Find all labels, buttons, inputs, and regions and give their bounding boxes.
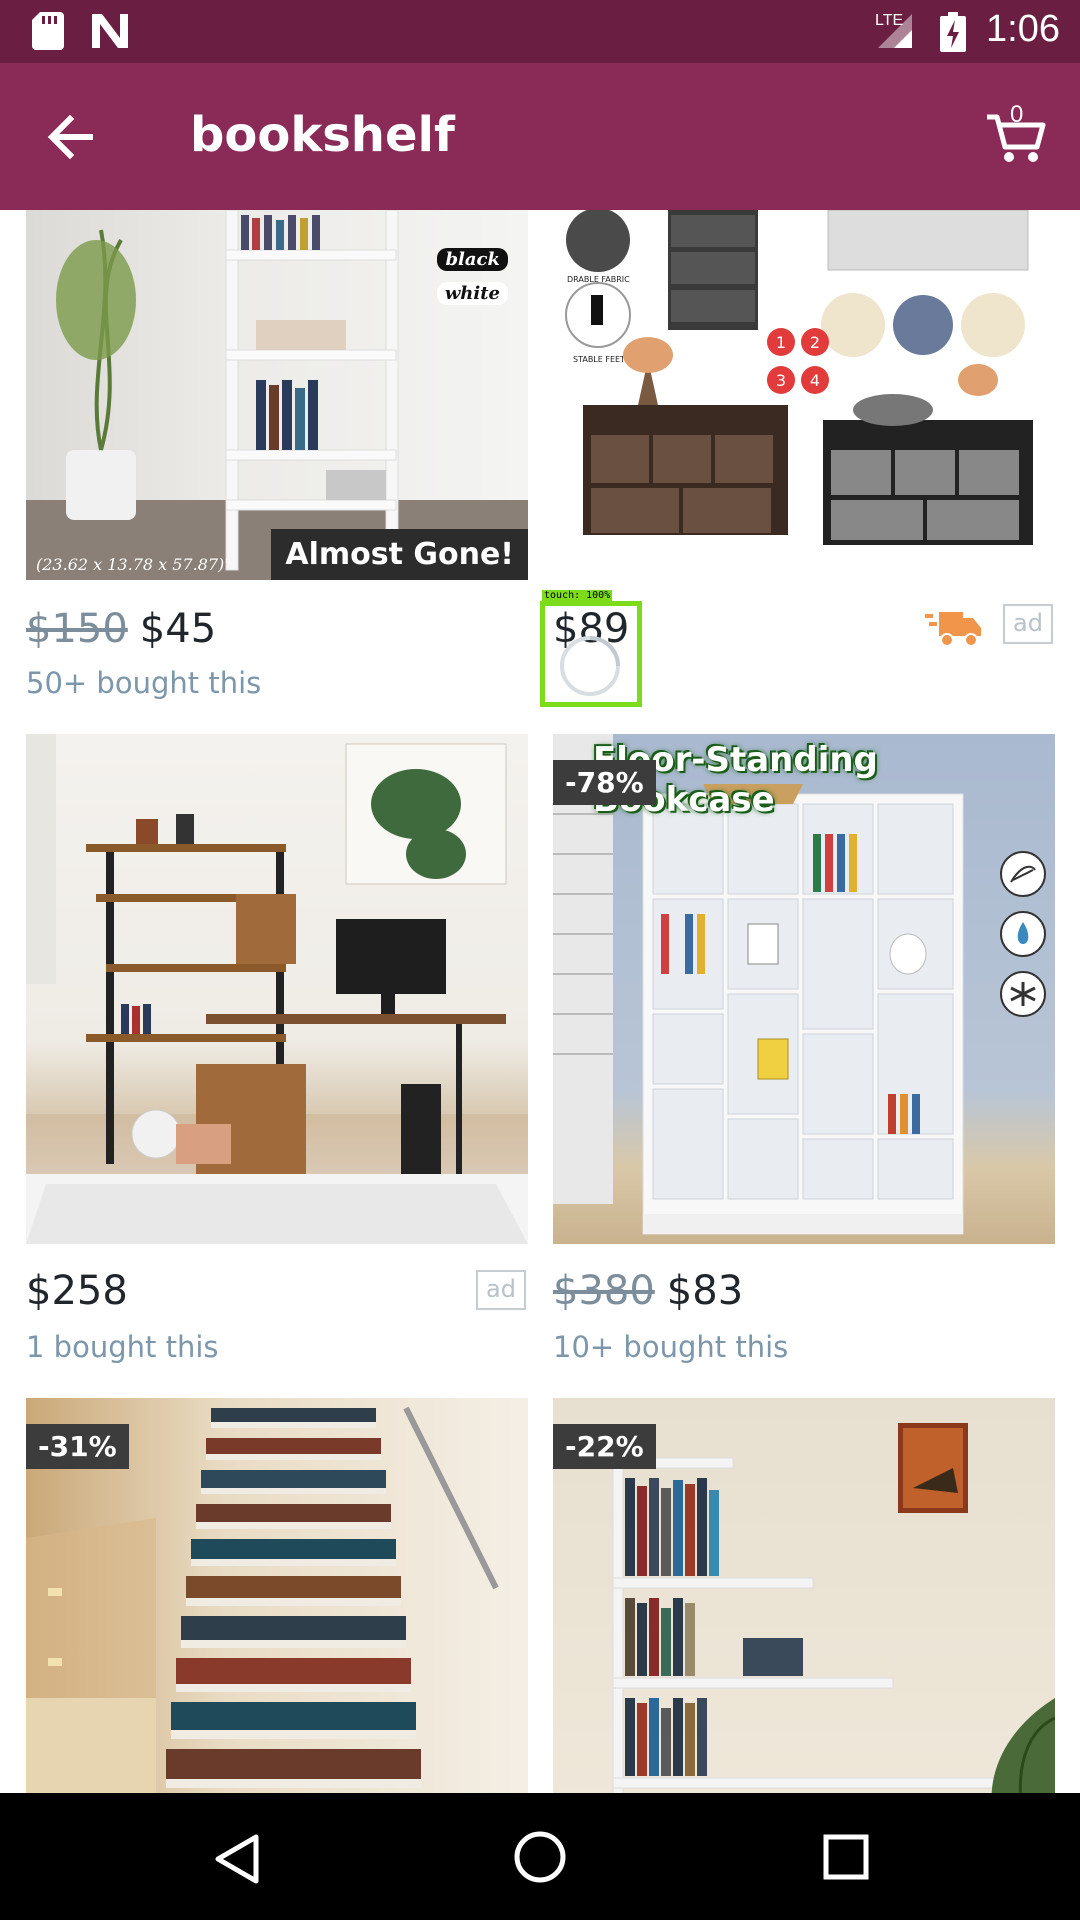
loading-spinner-icon [560, 636, 620, 696]
image-banner-title: Floor-Standing Bookcase [593, 740, 878, 820]
arrow-left-icon[interactable] [42, 107, 102, 167]
svg-text:1: 1 [776, 333, 786, 352]
product-image[interactable]: black white (23.62 x 13.78 x 57.87)" Alm… [26, 210, 528, 580]
almost-gone-badge: Almost Gone! [271, 529, 528, 580]
dimensions-text: (23.62 x 13.78 x 57.87)" [36, 555, 232, 574]
ad-badge: ad [1003, 604, 1053, 644]
color-tag-white: white [436, 282, 508, 305]
status-bar: LTE 1:06 [0, 0, 1080, 63]
cart-count: 0 [1010, 101, 1024, 128]
discount-badge: -78% [553, 760, 656, 805]
price: $45 [139, 606, 217, 652]
price-row: $380 $83 [553, 1268, 743, 1314]
bought-count: 10+ bought this [553, 1330, 789, 1364]
bought-count: 50+ bought this [26, 666, 262, 700]
product-image[interactable]: -31% [26, 1398, 528, 1793]
sd-card-icon [32, 12, 64, 50]
product-image[interactable]: Floor-Standing Bookcase -78% [553, 734, 1055, 1244]
product-image[interactable] [26, 734, 528, 1244]
signal-icon [878, 14, 912, 48]
discount-badge: -22% [553, 1424, 656, 1469]
price-row: $258 [26, 1268, 128, 1314]
home-circle-icon[interactable] [512, 1829, 568, 1885]
n-logo-icon [92, 14, 128, 48]
old-price: $150 [26, 606, 128, 652]
recents-square-icon[interactable] [822, 1833, 870, 1881]
color-tag-black: black [437, 248, 508, 271]
old-price: $380 [553, 1268, 655, 1314]
app-bar: bookshelf 0 [0, 63, 1080, 210]
product-card[interactable]: black white (23.62 x 13.78 x 57.87)" Alm… [26, 210, 528, 710]
svg-text:DRABLE FABRIC: DRABLE FABRIC [567, 275, 630, 284]
product-grid: black white (23.62 x 13.78 x 57.87)" Alm… [0, 210, 1080, 1793]
navigation-bar [0, 1793, 1080, 1920]
dresser-illustration: 1 2 3 4 DRABLE FABRIC STABLE FEET [565, 210, 1033, 545]
ad-badge: ad [476, 1270, 526, 1310]
clock: 1:06 [986, 8, 1060, 50]
touch-indicator-label: touch: 100% [542, 590, 613, 601]
product-card[interactable]: $258 ad 1 bought this [26, 734, 528, 1374]
svg-text:3: 3 [776, 371, 786, 390]
discount-badge: -31% [26, 1424, 129, 1469]
bought-count: 1 bought this [26, 1330, 219, 1364]
svg-text:STABLE FEET: STABLE FEET [573, 355, 625, 364]
page-title: bookshelf [190, 107, 455, 163]
svg-text:2: 2 [810, 333, 820, 352]
product-card[interactable]: -31% [26, 1398, 528, 1793]
feature-numbers: 1 2 3 4 [776, 333, 820, 390]
product-card[interactable]: Floor-Standing Bookcase -78% $380 $83 10+… [553, 734, 1055, 1374]
battery-charging-icon [940, 12, 966, 52]
product-card[interactable]: -22% [553, 1398, 1055, 1793]
svg-text:4: 4 [810, 371, 820, 390]
price-row: $150 $45 [26, 606, 216, 652]
price: $258 [26, 1268, 128, 1314]
truck-icon [925, 612, 981, 647]
corner-desk-shelf-illustration [26, 734, 528, 1244]
product-image[interactable]: -22% [553, 1398, 1055, 1793]
back-triangle-icon[interactable] [212, 1833, 262, 1885]
product-image[interactable]: 1 2 3 4 DRABLE FABRIC STABLE FEET [553, 210, 1055, 580]
price: $83 [666, 1268, 744, 1314]
